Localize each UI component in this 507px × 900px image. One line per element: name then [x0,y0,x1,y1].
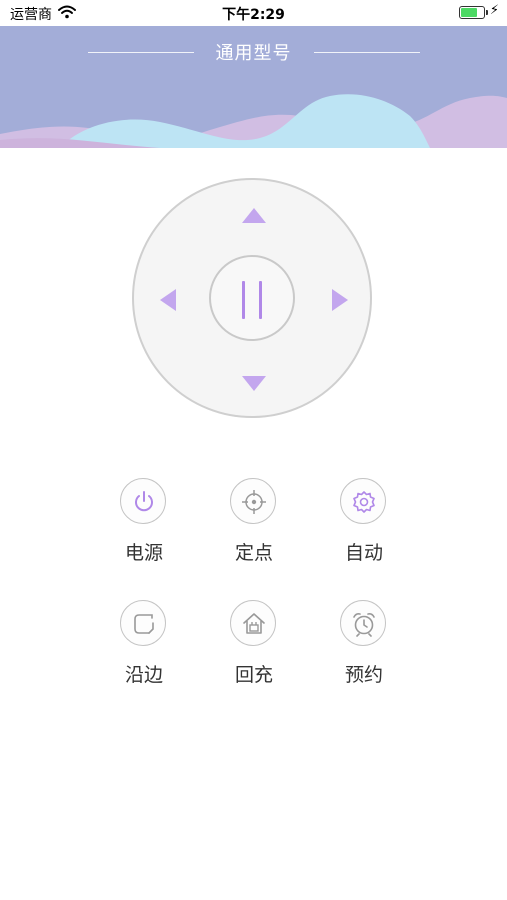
power-icon [120,478,166,524]
edge-label: 沿边 [124,664,163,686]
auto-label: 自动 [344,542,383,564]
charging-bolt-icon: ⚡ [489,3,499,18]
triangle-left-icon[interactable] [160,289,176,311]
pause-icon-bar [259,281,262,319]
page-title: 通用型号 [215,43,292,64]
power-label: 电源 [124,542,163,564]
battery-cap [486,10,488,15]
power-button[interactable]: 电源 [94,478,194,578]
edge-icon [120,600,166,646]
battery-icon [459,6,485,19]
schedule-label: 预约 [344,664,383,686]
crosshair-icon [230,478,276,524]
spot-label: 定点 [234,542,273,564]
spot-button[interactable]: 定点 [204,478,304,578]
title-divider-right [314,52,420,53]
triangle-up-icon[interactable] [242,208,266,223]
alarm-clock-icon [340,600,386,646]
triangle-down-icon[interactable] [242,376,266,391]
status-time: 下午2:29 [222,7,285,23]
triangle-right-icon[interactable] [332,289,348,311]
edge-button[interactable]: 沿边 [94,600,194,700]
battery-level [461,8,477,17]
recharge-label: 回充 [234,664,273,686]
header-banner: 通用型号 [0,26,507,148]
pause-icon [242,281,245,319]
direction-pad [132,178,372,418]
gear-icon [340,478,386,524]
home-charge-icon [230,600,276,646]
recharge-button[interactable]: 回充 [204,600,304,700]
schedule-button[interactable]: 预约 [314,600,414,700]
pause-button[interactable] [209,255,295,341]
status-bar: 运营商 下午2:29 ⚡ [0,0,507,26]
auto-button[interactable]: 自动 [314,478,414,578]
